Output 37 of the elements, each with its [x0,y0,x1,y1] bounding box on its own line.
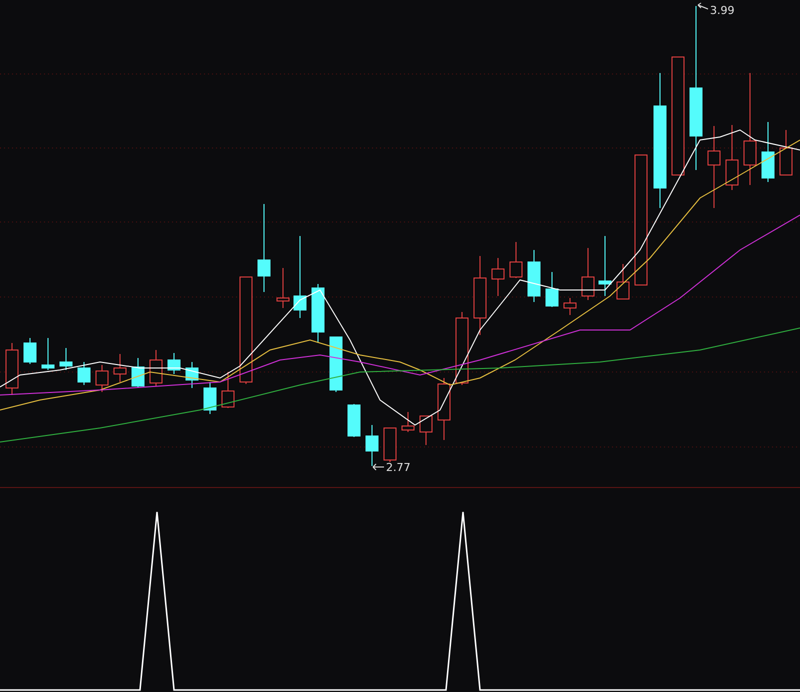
candlestick [168,352,180,374]
pointer-icon [372,464,384,470]
price-label: 2.77 [386,461,410,474]
candlestick [564,298,576,316]
candlestick [546,272,558,308]
pointer-icon [698,2,708,10]
candlestick [726,124,738,190]
candlestick [492,258,504,296]
candlestick [616,264,630,300]
candlestick [150,350,162,386]
candlestick [510,242,522,278]
candlestick [598,236,612,296]
candlestick [366,424,378,466]
candlestick [24,338,36,364]
candlestick [528,250,540,302]
candlestick [438,378,450,440]
candlestick [78,362,90,386]
candlestick [96,364,108,392]
candlestick [582,248,594,300]
candlestick [132,358,144,388]
candlestick [276,268,290,308]
candlestick [780,130,792,176]
candlestick [42,338,54,370]
candlestick [204,382,216,414]
candlestick [348,404,360,438]
candlestick [312,284,324,342]
candlestick [384,428,396,462]
candlestick [402,412,414,432]
candlestick [60,348,72,370]
candlestick [114,354,126,382]
candlestick [330,336,342,392]
candlestick [420,416,432,446]
candlestick [6,342,18,396]
candlestick [762,122,774,182]
price-label: 3.99 [710,4,734,17]
candlestick [222,372,234,408]
candlestick [186,362,198,388]
